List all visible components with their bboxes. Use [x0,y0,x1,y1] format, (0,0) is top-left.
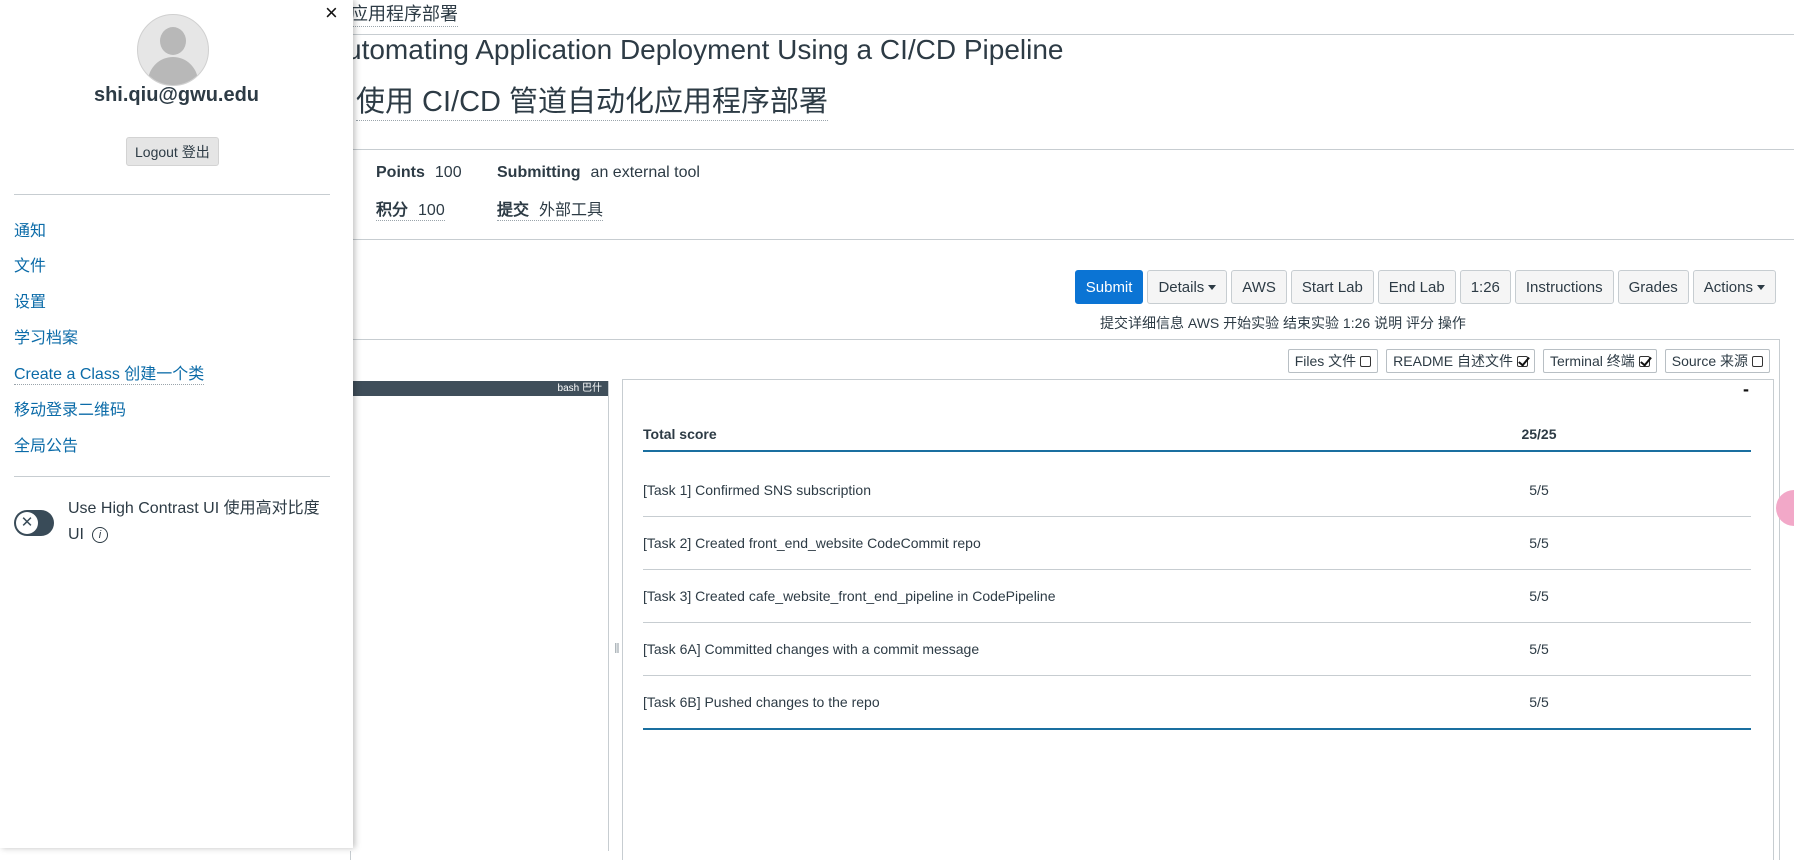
table-row: [Task 2] Created front_end_website CodeC… [643,517,1751,570]
info-icon[interactable]: i [92,526,108,543]
divider [350,149,1794,150]
details-label: Details [1158,278,1205,296]
checkbox-checked-icon[interactable] [1516,355,1528,367]
chevron-down-icon [1757,284,1765,290]
terminal-toggle[interactable]: Terminal 终端 [1542,349,1657,373]
task-score: 5/5 [1529,482,1549,498]
source-toggle-label: Source 来源 [1671,353,1748,369]
page-title-translation: 使用 CI/CD 管道自动化应用程序部署 [356,78,829,121]
task-score: 5/5 [1529,641,1549,657]
submitting-label-zh: 提交 [497,202,530,219]
divider [14,194,330,195]
drawer-link-files[interactable]: 文件 [14,252,46,276]
points-label: Points [376,164,425,181]
source-toggle[interactable]: Source 来源 [1664,349,1770,373]
grades-table: Total score 25/25 [Task 1] Confirmed SNS… [643,418,1751,730]
logout-button[interactable]: Logout 登出 [126,137,219,166]
user-email: shi.qiu@gwu.edu [93,84,260,106]
table-row: [Task 6B] Pushed changes to the repo 5/5 [643,676,1751,730]
submit-button[interactable]: Submit [1074,270,1144,304]
collapse-button[interactable]: - [1743,379,1749,400]
chevron-down-icon [1208,284,1217,290]
close-icon[interactable]: × [325,0,338,26]
table-row: [Task 6A] Committed changes with a commi… [643,623,1751,676]
table-row: [Task 1] Confirmed SNS subscription 5/5 [643,464,1751,517]
page-title: utomating Application Deployment Using a… [346,34,1064,65]
x-icon: ✕ [16,512,38,534]
aws-button[interactable]: AWS [1231,270,1287,304]
task-name: [Task 3] Created cafe_website_front_end_… [643,588,1056,604]
divider [14,476,330,477]
high-contrast-label: Use High Contrast UI 使用高对比度 UI i [68,496,338,548]
points-meta-translation: 积分 100 [376,196,445,221]
drawer-link-settings[interactable]: 设置 [14,288,46,312]
readme-toggle-label: README 自述文件 [1393,353,1513,369]
details-button[interactable]: Details [1147,270,1228,304]
avatar-head-shape [160,27,186,55]
submitting-value-zh: 外部工具 [539,202,604,219]
terminal-toggle-label: Terminal 终端 [1549,353,1635,369]
task-name: [Task 2] Created front_end_website CodeC… [643,535,981,551]
actions-button[interactable]: Actions [1692,270,1776,304]
table-header: Total score 25/25 [643,418,1751,452]
checkbox-icon[interactable] [1360,355,1372,367]
points-label-zh: 积分 [376,202,409,219]
timer-button[interactable]: 1:26 [1459,270,1511,304]
end-lab-button[interactable]: End Lab [1377,270,1456,304]
terminal-tab[interactable]: bash 巴什 [350,381,608,396]
submitting-meta-translation: 提交 外部工具 [497,196,604,221]
readme-toggle[interactable]: README 自述文件 [1386,349,1535,373]
submitting-meta: Submitting an external tool [497,164,700,182]
pane-resize-handle[interactable]: ‖ [614,640,620,664]
total-score-label: Total score [643,426,717,442]
task-name: [Task 6A] Committed changes with a commi… [643,641,980,657]
terminal-pane[interactable] [350,381,608,851]
avatar[interactable] [137,14,209,86]
drawer-link-qr-login[interactable]: 移动登录二维码 [14,396,126,420]
grades-button[interactable]: Grades [1617,270,1689,304]
submitting-label: Submitting [497,164,581,181]
points-value: 100 [434,164,462,181]
checkbox-icon[interactable] [1752,355,1763,367]
files-toggle[interactable]: Files 文件 [1287,349,1379,373]
points-meta: Points 100 [376,164,462,182]
task-score: 5/5 [1529,535,1549,551]
points-value-zh: 100 [418,202,445,219]
lab-toolbar: Submit Details AWS Start Lab End Lab 1:2… [1074,270,1776,304]
divider [608,381,609,851]
table-row: [Task 3] Created cafe_website_front_end_… [643,570,1751,623]
submitting-value: an external tool [590,164,700,181]
panel-toggles: Files 文件 README 自述文件 Terminal 终端 Source … [1287,349,1770,373]
task-name: [Task 1] Confirmed SNS subscription [643,482,871,498]
files-toggle-label: Files 文件 [1294,353,1357,369]
checkbox-checked-icon[interactable] [1638,355,1650,367]
account-drawer: × shi.qiu@gwu.edu Logout 登出 通知 文件 设置 学习档… [0,0,353,848]
toolbar-translation: 提交详细信息 AWS 开始实验 结束实验 1:26 说明 评分 操作 [1100,315,1466,331]
drawer-link-announcements[interactable]: 全局公告 [14,432,78,456]
avatar-body-shape [148,57,198,85]
instructions-button[interactable]: Instructions [1514,270,1614,304]
drawer-link-create-class[interactable]: Create a Class 创建一个类 [14,360,205,385]
task-name: [Task 6B] Pushed changes to the repo [643,694,880,710]
divider [350,239,1794,240]
actions-label: Actions [1703,278,1753,296]
task-score: 5/5 [1529,588,1549,604]
high-contrast-toggle[interactable]: ✕ [14,510,54,536]
drawer-link-eportfolio[interactable]: 学习档案 [14,324,78,348]
breadcrumb[interactable]: 应用程序部署 [350,0,458,27]
start-lab-button[interactable]: Start Lab [1290,270,1374,304]
total-score-value: 25/25 [1521,426,1557,442]
task-score: 5/5 [1529,694,1549,710]
drawer-link-notifications[interactable]: 通知 [14,217,46,241]
